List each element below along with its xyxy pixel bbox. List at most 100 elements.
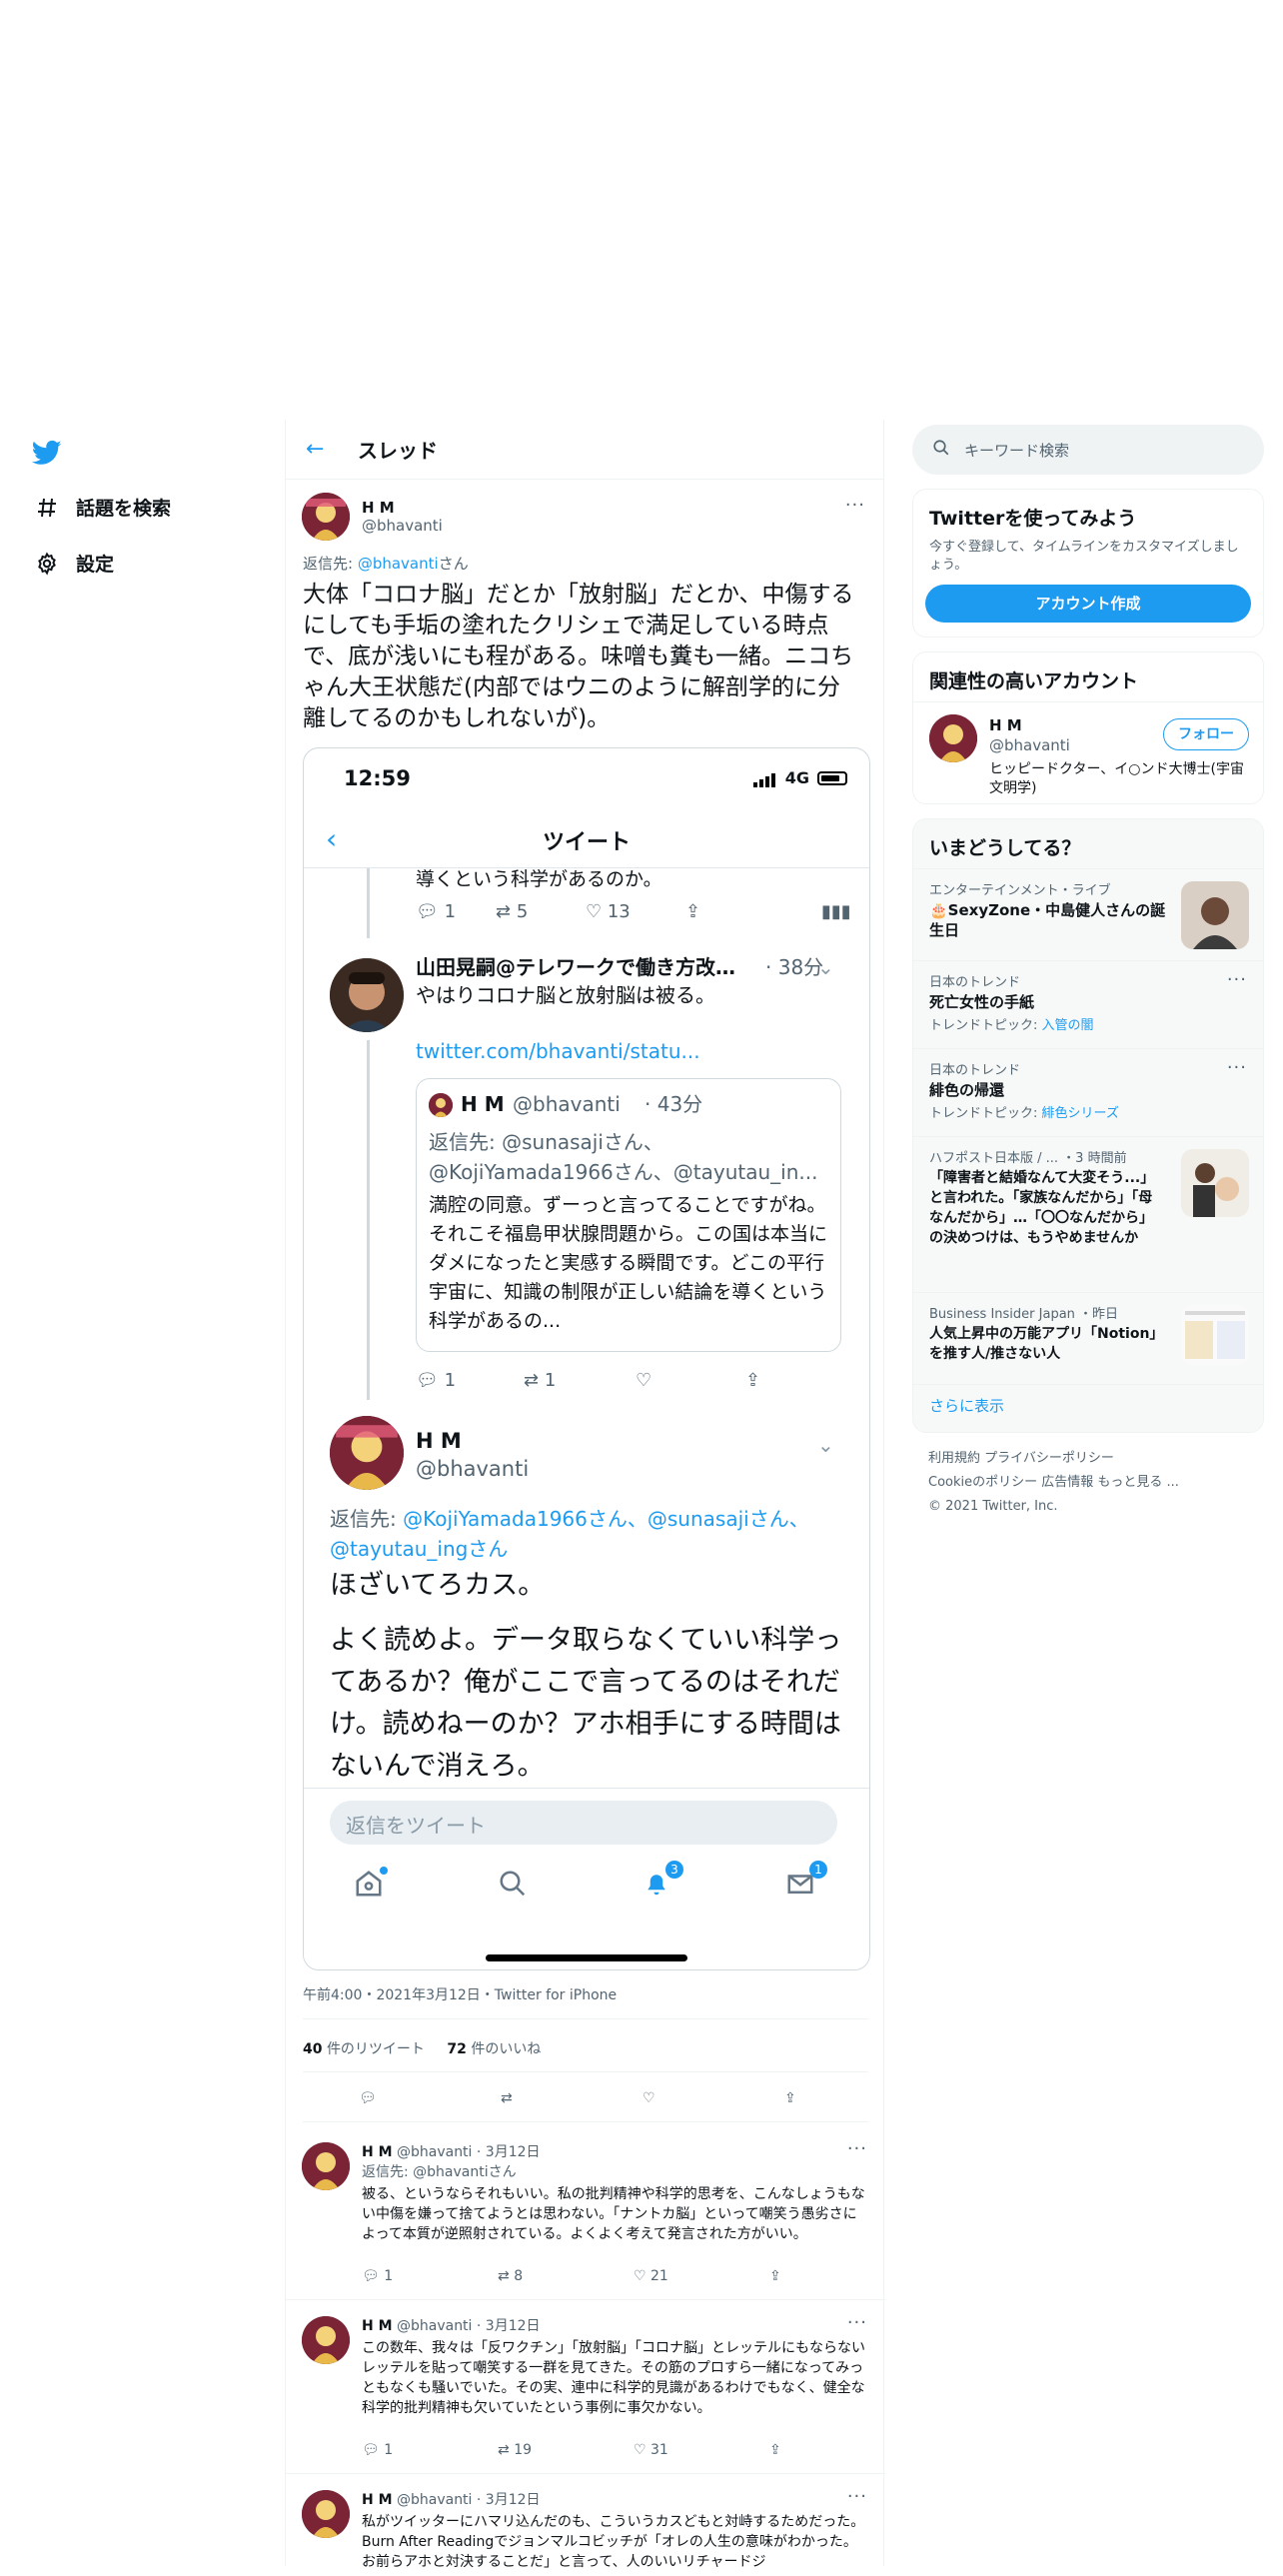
like-icon[interactable]: ♡ 13 [586,901,685,922]
phone-title: ツイート [542,830,631,855]
related-bio: ヒッピードクター、イ○ンド大博士(宇宙文明学) [989,761,1244,796]
like-icon[interactable]: ♡ 21 [634,2268,769,2284]
retweet-icon[interactable]: ⇄ [501,2090,513,2106]
retweet-icon[interactable]: ⇄ 8 [498,2268,634,2284]
reply-text: この数年、我々は「反ワクチン」「放射脳」「コロナ脳」とレッテルにもならないレッテ… [362,2340,865,2416]
back-arrow-icon[interactable]: ← [306,437,336,462]
avatar[interactable] [302,2142,350,2190]
reply-tweet[interactable]: H M @bhavanti · 3月12日 ··· この数年、我々は「反ワクチン… [286,2302,885,2474]
like-icon[interactable]: ♡ [642,2090,655,2106]
reply-icon[interactable]: 💬︎ 1 [362,2268,498,2284]
chevron-down-icon[interactable]: ⌄ [817,1430,834,1460]
author-handle: @bhavanti [362,517,443,535]
trend-sub: トレンドトピック: 緋色シリーズ [929,1102,1247,1121]
quote-reply-to-1: 返信先: @sunasajiさん、 [429,1130,663,1154]
retweet-icon[interactable]: ⇄ 19 [498,2442,634,2458]
share-icon[interactable]: ⇪ [784,2090,796,2106]
tweet-meta[interactable]: 午前4:00・2021年3月12日・Twitter for iPhone [303,1984,617,2004]
trend-item[interactable]: 日本のトレンド 緋色の帰還 トレンドトピック: 緋色シリーズ ··· [913,1048,1263,1136]
create-account-button[interactable]: アカウント作成 [925,585,1251,623]
share-icon[interactable]: ⇪ [769,2268,781,2284]
gear-icon [34,551,60,577]
likes-stat[interactable]: 72 件のいいね [447,2041,541,2057]
attached-screenshot[interactable]: 12:59 4G ‹ ツイート 導くという科学があるのか。 💬︎ 1 ⇄ 5 ♡… [303,747,870,1970]
trend-sub: トレンドトピック: 入管の闇 [929,1014,1247,1033]
retweet-icon[interactable]: ⇄ 1 [524,1370,636,1391]
reply-handle-link[interactable]: @bhavanti [358,555,439,573]
phone-t2-reply-to: 返信先: @KojiYamada1966さん、@sunasajiさん、@tayu… [330,1504,849,1564]
show-more-link[interactable]: さらに表示 [913,1384,1263,1432]
more-icon[interactable]: ··· [1227,969,1247,990]
like-icon[interactable]: ♡ 31 [634,2442,769,2458]
reply-tweet[interactable]: H M @bhavanti · 3月12日 ··· 返信先: @bhavanti… [286,2128,885,2300]
search-icon[interactable] [498,1869,530,1901]
footer-line-1[interactable]: 利用規約 プライバシーポリシー [928,1447,1248,1471]
reply-tweet[interactable]: H M @bhavanti · 3月12日 ··· 私がツイッターにハマリ込んだ… [286,2476,885,2576]
home-dot [380,1867,388,1875]
quote-tweet[interactable]: H M @bhavanti · 43分 返信先: @sunasajiさん、 @K… [416,1078,841,1352]
more-icon[interactable]: ··· [1227,1057,1247,1078]
footer-line-2[interactable]: Cookieのポリシー 広告情報 もっと見る ... [928,1471,1248,1495]
phone-header: ‹ ツイート [304,808,869,868]
avatar[interactable] [302,2490,350,2538]
tweet-author[interactable]: H M @bhavanti [302,493,443,541]
nav-explore[interactable]: 話題を検索 [34,494,171,521]
mail-icon[interactable]: 1 [785,1861,827,1901]
avatar[interactable] [302,493,350,541]
avatar[interactable] [929,714,977,762]
search-input[interactable]: キーワード検索 [964,440,1069,461]
reply-date: · 3月12日 [476,2318,541,2334]
like-count: 31 [650,2442,668,2458]
more-icon[interactable]: ··· [847,2138,867,2159]
nav-settings[interactable]: 設定 [34,550,114,577]
chevron-down-icon[interactable]: ⌄ [817,952,834,982]
share-icon[interactable]: ⇪ [769,2442,781,2458]
phone-t2-name: H M [416,1429,462,1453]
avatar[interactable] [330,958,404,1032]
trend-item[interactable]: エンターテインメント・ライブ 🎂SexyZone・中島健人さんの誕生日 [913,868,1263,960]
reply-header: H M @bhavanti · 3月12日 [362,2490,865,2510]
quote-name: H M [461,1092,505,1116]
battery-icon [817,770,847,785]
avatar[interactable] [330,1416,404,1490]
phone-t1-link[interactable]: twitter.com/bhavanti/statu... [416,1036,700,1066]
phone-t2-text1: ほざいてろカス。 [330,1570,546,1601]
trend-sub-link[interactable]: 入管の闇 [1042,1018,1094,1033]
reply-handle: @bhavanti [396,2144,473,2160]
analytics-icon[interactable]: ▮▮▮ [821,901,851,922]
share-icon[interactable]: ⇪ [685,901,821,922]
share-icon[interactable]: ⇪ [745,1370,760,1391]
reply-icon[interactable]: 💬︎ 1 [416,901,496,922]
trend-item[interactable]: 日本のトレンド 死亡女性の手紙 トレンドトピック: 入管の闇 ··· [913,960,1263,1048]
reply-icon[interactable]: 💬︎ 1 [362,2442,498,2458]
retweet-icon[interactable]: ⇄ 5 [496,901,586,922]
more-icon[interactable]: ··· [845,495,865,516]
related-accounts-card: 関連性の高いアカウント H M @bhavanti フォロー ヒッピードクター、… [912,651,1264,804]
more-icon[interactable]: ··· [847,2486,867,2507]
like-icon[interactable]: ♡ [636,1370,745,1391]
related-account[interactable]: H M @bhavanti フォロー ヒッピードクター、イ○ンド大博士(宇宙文明… [913,701,1263,803]
reply-tweet-input[interactable]: 返信をツイート [330,1801,837,1845]
more-icon[interactable]: ··· [847,2312,867,2333]
twitter-logo-icon[interactable] [30,438,64,472]
trend-sub-label: トレンドトピック: [929,1018,1042,1033]
notification-bell-icon[interactable]: 3 [642,1861,683,1901]
trend-item[interactable]: ハフポスト日本版 / ... ・3 時間前 「障害者と結婚なんて大変そう...」… [913,1136,1263,1292]
reply-icon[interactable]: 💬︎ [359,2090,377,2106]
avatar[interactable] [302,2316,350,2364]
trend-sub-link[interactable]: 緋色シリーズ [1042,1106,1119,1121]
phone-t1-text: やはりコロナ脳と放射脳は被る。 [416,983,715,1007]
related-handle: @bhavanti [989,736,1070,754]
home-icon[interactable] [354,1867,388,1901]
trend-item[interactable]: Business Insider Japan ・昨日 人気上昇中の万能アプリ「N… [913,1292,1263,1384]
reply-name: H M [362,2318,393,2334]
tweet-actions: 💬︎ ⇄ ♡ ⇪ [303,2078,868,2122]
retweets-stat[interactable]: 40 件のリツイート [303,2041,425,2057]
reply-date: · 3月12日 [476,2492,541,2508]
quote-text: 満腔の同意。ずーっと言ってることですがね。それこそ福島甲状腺問題から。この国は本… [429,1194,828,1332]
signup-desc: 今すぐ登録して、タイムラインをカスタマイズしましょう。 [929,540,1239,573]
follow-button[interactable]: フォロー [1163,718,1249,750]
search-box[interactable]: キーワード検索 [912,425,1264,475]
reply-icon[interactable]: 💬︎ 1 [416,1370,524,1391]
like-count: 13 [607,901,631,922]
